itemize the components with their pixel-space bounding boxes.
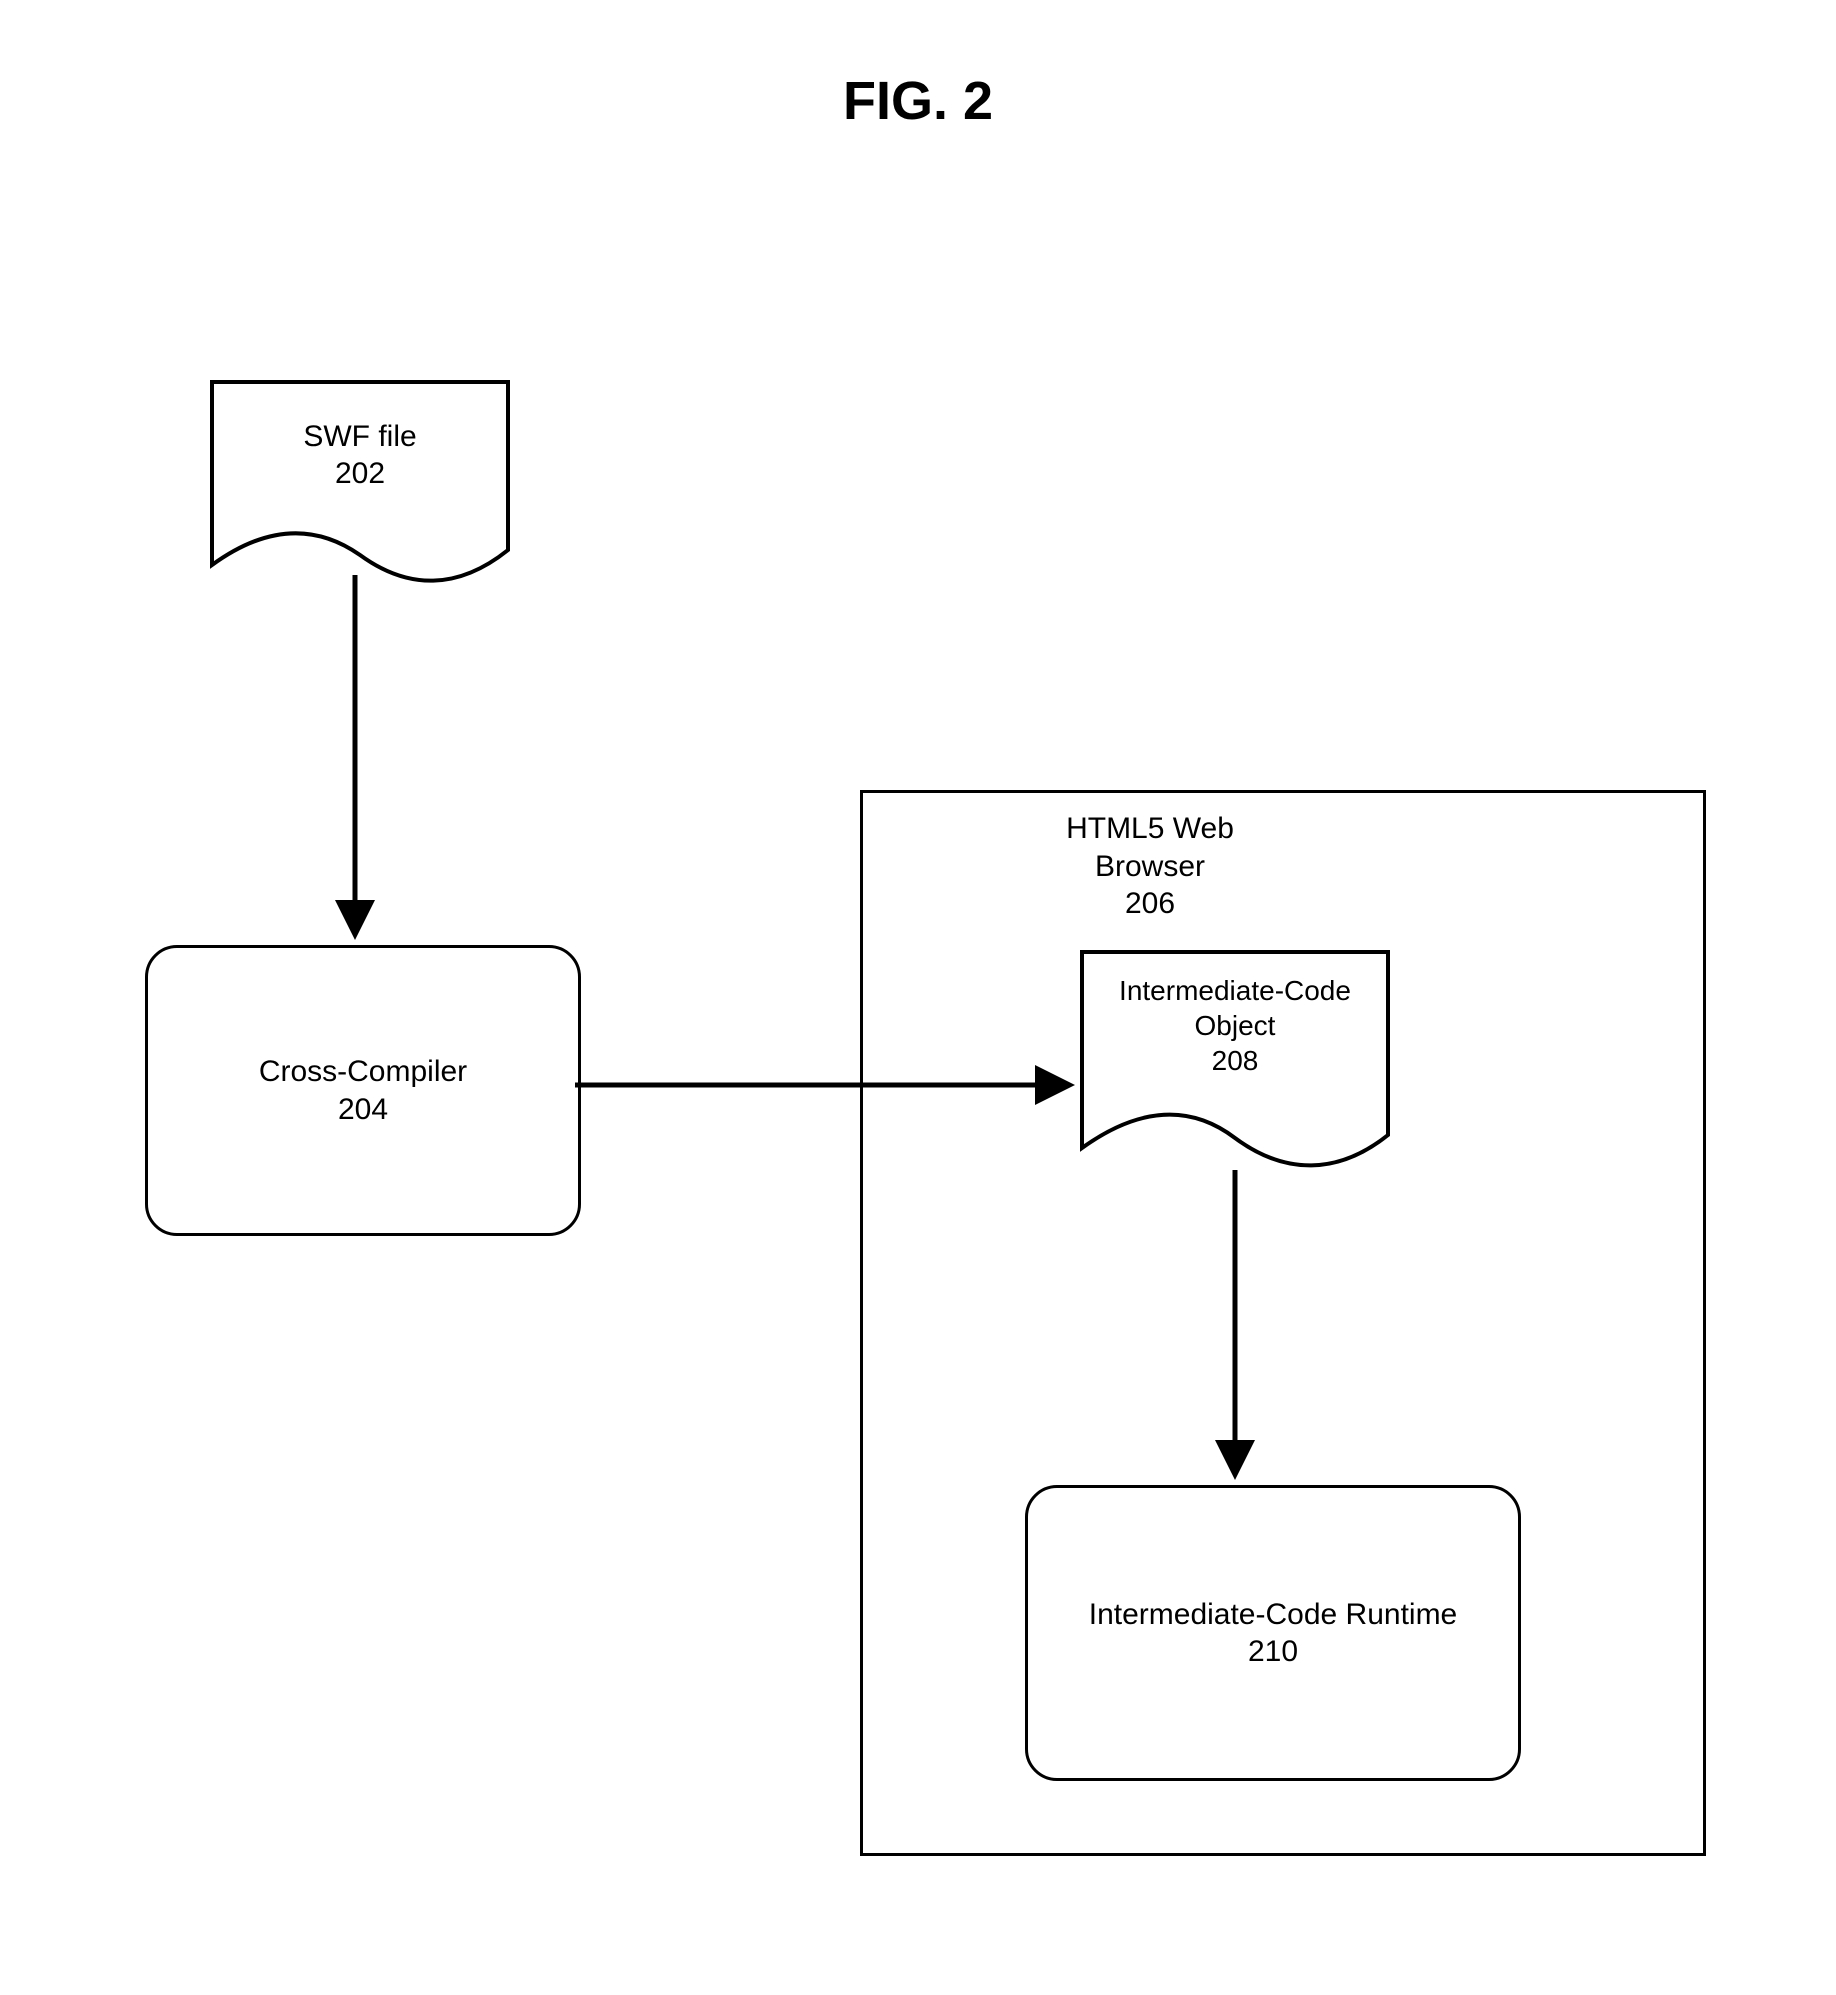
browser-line3: 206 (1125, 887, 1175, 920)
cross-compiler-line1: Cross-Compiler (259, 1055, 467, 1088)
browser-line2: Browser (1095, 850, 1205, 883)
intermediate-object-line1: Intermediate-Code (1119, 975, 1351, 1006)
node-intermediate-object: Intermediate-Code Object 208 (1080, 950, 1390, 1175)
intermediate-object-line2: Object (1195, 1010, 1276, 1041)
node-intermediate-runtime: Intermediate-Code Runtime 210 (1025, 1485, 1521, 1781)
intermediate-object-line3: 208 (1212, 1045, 1259, 1076)
node-intermediate-runtime-label: Intermediate-Code Runtime 210 (1089, 1596, 1458, 1671)
figure-title: FIG. 2 (0, 70, 1836, 132)
node-swf-file: SWF file 202 (210, 380, 510, 590)
node-browser-container-label: HTML5 Web Browser 206 (1020, 810, 1280, 923)
intermediate-runtime-line1: Intermediate-Code Runtime (1089, 1598, 1458, 1631)
cross-compiler-line2: 204 (338, 1093, 388, 1126)
intermediate-runtime-line2: 210 (1248, 1635, 1298, 1668)
node-intermediate-object-label: Intermediate-Code Object 208 (1080, 973, 1390, 1078)
node-swf-file-label: SWF file 202 (210, 418, 510, 493)
swf-file-line2: 202 (335, 457, 385, 490)
node-cross-compiler-label: Cross-Compiler 204 (259, 1053, 467, 1128)
node-cross-compiler: Cross-Compiler 204 (145, 945, 581, 1236)
swf-file-line1: SWF file (303, 420, 416, 453)
browser-line1: HTML5 Web (1066, 812, 1234, 845)
